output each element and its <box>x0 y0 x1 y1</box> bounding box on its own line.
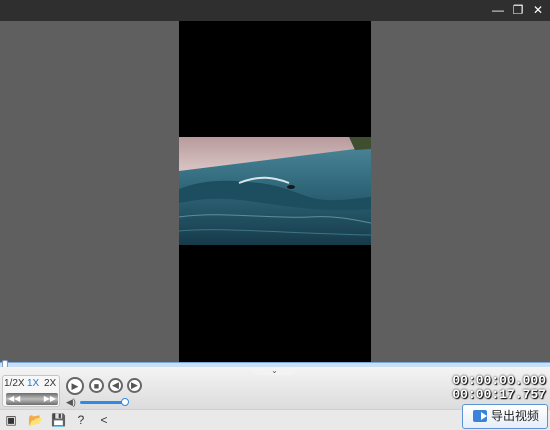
play-button[interactable]: ▶ <box>66 377 84 395</box>
next-frame-button[interactable]: ▶ <box>127 378 142 393</box>
surf-scene-illustration <box>179 137 371 245</box>
stop-icon: ■ <box>93 380 100 391</box>
save-icon[interactable]: 💾 <box>51 413 66 427</box>
stop-button[interactable]: ■ <box>89 378 104 393</box>
export-video-button[interactable]: 导出视频 <box>462 404 548 429</box>
title-bar: — ❐ ✕ <box>0 0 550 21</box>
jog-shuttle[interactable]: ◀◀ ▶▶ <box>6 393 58 405</box>
chevron-down-icon: ⌄ <box>271 366 278 375</box>
export-video-label: 导出视频 <box>491 409 540 423</box>
previous-frame-icon: ◀ <box>112 380 119 390</box>
new-project-icon[interactable]: ▣ <box>4 413 18 427</box>
help-icon[interactable]: ? <box>74 413 88 427</box>
minimize-button[interactable]: — <box>490 3 506 17</box>
play-icon: ▶ <box>71 380 79 391</box>
collapse-panel-button[interactable]: ⌄ <box>252 367 297 375</box>
export-video-icon <box>473 410 487 422</box>
rewind-icon[interactable]: ◀◀ <box>8 393 20 405</box>
speaker-icon[interactable]: ◀) <box>66 397 76 408</box>
video-frame[interactable] <box>179 21 371 362</box>
open-folder-icon[interactable]: 📂 <box>28 413 43 427</box>
share-icon[interactable]: < <box>97 413 111 427</box>
speed-selector: 1/2X 1X 2X ◀◀ ▶▶ <box>2 375 60 407</box>
volume-control: ◀) <box>66 397 138 407</box>
previous-frame-button[interactable]: ◀ <box>108 378 123 393</box>
restore-button[interactable]: ❐ <box>510 3 526 17</box>
speed-half[interactable]: 1/2X <box>4 378 25 390</box>
fast-forward-icon[interactable]: ▶▶ <box>44 393 56 405</box>
next-frame-icon: ▶ <box>131 380 138 390</box>
volume-slider-handle[interactable] <box>121 398 129 406</box>
speed-1x[interactable]: 1X <box>27 378 39 390</box>
total-duration: 00:00:17.757 <box>452 387 546 402</box>
video-preview-image <box>179 137 371 245</box>
volume-slider[interactable] <box>80 401 124 404</box>
speed-2x[interactable]: 2X <box>44 378 56 390</box>
current-time: 00:00:00.000 <box>452 373 546 388</box>
video-stage <box>0 21 550 362</box>
close-button[interactable]: ✕ <box>530 3 546 17</box>
